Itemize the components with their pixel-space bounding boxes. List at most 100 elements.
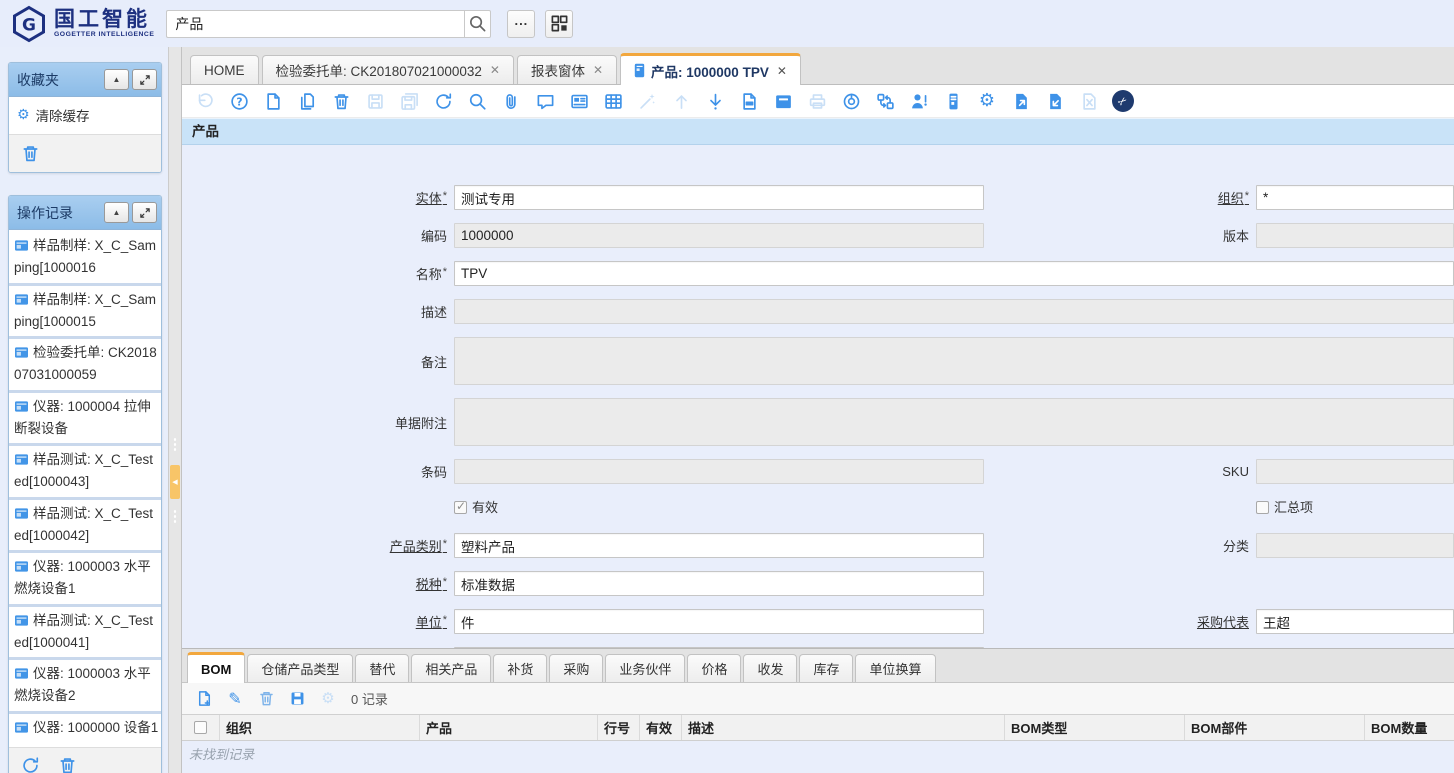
name-field[interactable] [454, 261, 1454, 286]
favorite-item-clear-cache[interactable]: ⚙ 清除缓存 [17, 105, 153, 125]
record-item[interactable]: 样品测试: X_C_Tested[1000041] [9, 607, 161, 658]
summary-checkbox[interactable] [1256, 501, 1269, 514]
column-header-product[interactable]: 产品 [420, 715, 598, 740]
column-header-line-no[interactable]: 行号 [598, 715, 640, 740]
delete-icon[interactable] [330, 90, 352, 112]
detail-tab-inventory[interactable]: 库存 [799, 654, 853, 682]
help-icon[interactable]: ? [228, 90, 250, 112]
record-item[interactable]: 仪器: 1000000 设备1 [9, 714, 161, 744]
workflow-icon[interactable] [874, 90, 896, 112]
trash-icon[interactable] [19, 142, 41, 164]
detail-tab-business-partner[interactable]: 业务伙伴 [605, 654, 685, 682]
search-input[interactable] [166, 10, 464, 38]
record-item[interactable]: 仪器: 1000003 水平燃烧设备1 [9, 553, 161, 604]
close-icon[interactable]: ✕ [490, 63, 500, 77]
detail-tab-receipt-dispatch[interactable]: 收发 [743, 654, 797, 682]
trash-icon[interactable] [56, 755, 78, 773]
detail-tab-bom[interactable]: BOM [187, 652, 245, 683]
settings-gear-icon[interactable]: ⚙ [976, 90, 998, 112]
comment-icon[interactable] [534, 90, 556, 112]
scissors-badge-icon[interactable]: ✂ [1112, 90, 1134, 112]
tab-inspection-order[interactable]: 检验委托单: CK201807021000032✕ [262, 55, 514, 84]
field-label-tax[interactable]: 税种 [416, 577, 447, 592]
expand-button[interactable] [132, 202, 157, 223]
select-all-header[interactable] [182, 715, 220, 740]
tab-report-window[interactable]: 报表窗体✕ [517, 55, 617, 84]
person-alert-icon[interactable] [908, 90, 930, 112]
move-up-icon[interactable] [670, 90, 692, 112]
detail-tab-purchasing[interactable]: 采购 [549, 654, 603, 682]
record-item[interactable]: 仪器: 1000003 水平燃烧设备2 [9, 660, 161, 711]
column-header-org[interactable]: 组织 [220, 715, 420, 740]
close-icon[interactable]: ✕ [593, 63, 603, 77]
buyer-field[interactable] [1256, 609, 1454, 634]
undo-icon[interactable] [194, 90, 216, 112]
save-copy-icon[interactable] [398, 90, 420, 112]
delete-trash-icon[interactable] [256, 689, 276, 709]
record-item[interactable]: 样品制样: X_C_Samping[1000016 [9, 230, 161, 283]
splitter-collapse-handle[interactable]: ◀ [170, 465, 180, 499]
detail-tab-storage-type[interactable]: 仓储产品类型 [247, 654, 353, 682]
settings-gear-icon[interactable]: ⚙ [318, 689, 338, 709]
card-view-icon[interactable] [568, 90, 590, 112]
search-button[interactable] [464, 10, 491, 38]
select-all-checkbox[interactable] [194, 721, 207, 734]
unit-field[interactable] [454, 609, 984, 634]
expand-button[interactable] [132, 69, 157, 90]
field-label-unit[interactable]: 单位 [416, 615, 447, 630]
print-icon[interactable] [806, 90, 828, 112]
new-document-icon[interactable] [262, 90, 284, 112]
field-label-org[interactable]: 组织 [1218, 191, 1249, 206]
field-label-category[interactable]: 产品类别 [390, 539, 447, 554]
record-item[interactable]: 样品测试: X_C_Tested[1000043] [9, 446, 161, 497]
save-floppy-icon[interactable] [287, 689, 307, 709]
detail-tab-substitute[interactable]: 替代 [355, 654, 409, 682]
detail-tab-price[interactable]: 价格 [687, 654, 741, 682]
gear-icon: ⚙ [17, 108, 30, 122]
column-header-bom-type[interactable]: BOM类型 [1005, 715, 1185, 740]
entity-field[interactable] [454, 185, 984, 210]
tab-product-active[interactable]: 产品: 1000000 TPV✕ [620, 53, 801, 85]
record-item[interactable]: 检验委托单: CK201807031000059 [9, 339, 161, 390]
tab-home[interactable]: HOME [190, 55, 259, 84]
column-header-valid[interactable]: 有效 [640, 715, 682, 740]
import-document-icon[interactable] [1044, 90, 1066, 112]
move-down-icon[interactable] [704, 90, 726, 112]
grid-menu-button[interactable] [545, 10, 573, 38]
collapse-button[interactable]: ▲ [104, 202, 129, 223]
field-label-buyer[interactable]: 采购代表 [1197, 615, 1249, 630]
search-icon[interactable] [466, 90, 488, 112]
power-target-icon[interactable] [840, 90, 862, 112]
tax-field[interactable] [454, 571, 984, 596]
close-icon[interactable]: ✕ [777, 64, 787, 78]
refresh-icon[interactable] [19, 755, 41, 773]
mobile-device-icon[interactable] [942, 90, 964, 112]
field-label-entity[interactable]: 实体 [416, 191, 447, 206]
category-field[interactable] [454, 533, 984, 558]
table-view-icon[interactable] [602, 90, 624, 112]
copy-icon[interactable] [296, 90, 318, 112]
attachment-icon[interactable] [500, 90, 522, 112]
detail-tab-related-products[interactable]: 相关产品 [411, 654, 491, 682]
export-document-icon[interactable] [1010, 90, 1032, 112]
valid-checkbox[interactable] [454, 501, 467, 514]
archive-icon[interactable] [772, 90, 794, 112]
record-item[interactable]: 样品测试: X_C_Tested[1000042] [9, 500, 161, 551]
pdf-icon[interactable] [738, 90, 760, 112]
org-field[interactable] [1256, 185, 1454, 210]
record-item[interactable]: 仪器: 1000004 拉伸断裂设备 [9, 393, 161, 444]
detail-tab-replenishment[interactable]: 补货 [493, 654, 547, 682]
column-header-desc[interactable]: 描述 [682, 715, 1005, 740]
more-options-button[interactable]: ... [507, 10, 535, 38]
excel-icon[interactable] [1078, 90, 1100, 112]
save-icon[interactable] [364, 90, 386, 112]
magic-wand-icon[interactable] [636, 90, 658, 112]
record-item[interactable]: 样品制样: X_C_Samping[1000015 [9, 286, 161, 337]
refresh-icon[interactable] [432, 90, 454, 112]
column-header-bom-qty[interactable]: BOM数量 [1365, 715, 1454, 740]
add-record-icon[interactable] [194, 689, 214, 709]
detail-tab-unit-conversion[interactable]: 单位换算 [855, 654, 935, 682]
column-header-bom-part[interactable]: BOM部件 [1185, 715, 1365, 740]
collapse-button[interactable]: ▲ [104, 69, 129, 90]
edit-pencil-icon[interactable]: ✎ [225, 689, 245, 709]
